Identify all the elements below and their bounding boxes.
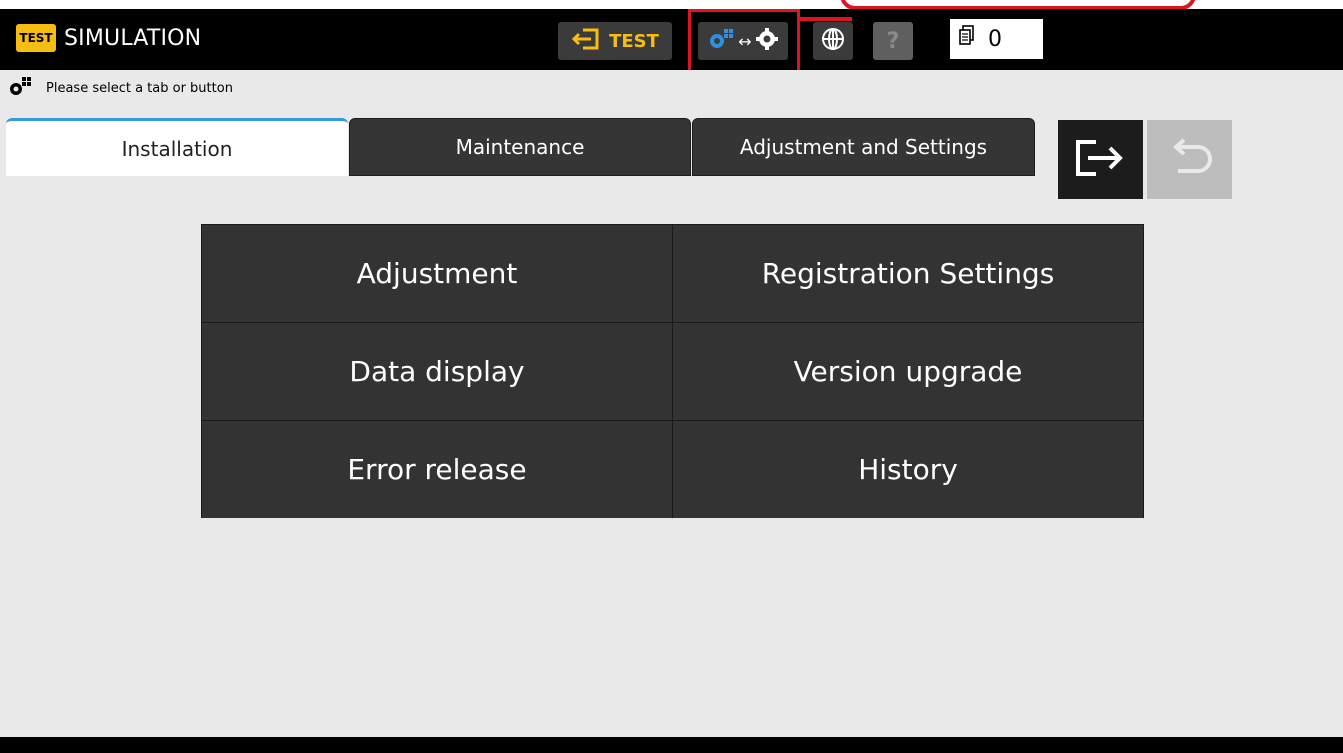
app-title: SIMULATION: [64, 26, 202, 51]
help-icon: ?: [886, 28, 900, 54]
settings-status-icon: [8, 76, 32, 100]
test-mode-button[interactable]: TEST: [558, 22, 672, 60]
status-message: Please select a tab or button: [46, 80, 233, 96]
error-release-button[interactable]: Error release: [202, 421, 672, 518]
test-badge: TEST: [16, 24, 56, 52]
adjustment-button[interactable]: Adjustment: [202, 225, 672, 322]
back-button[interactable]: [1147, 120, 1232, 199]
language-button[interactable]: [813, 22, 853, 60]
enter-test-icon: [571, 27, 601, 56]
document-counter-icon: [958, 25, 976, 53]
status-row: Please select a tab or button: [8, 76, 233, 100]
counter-display: 0: [950, 19, 1043, 59]
test-mode-label: TEST: [609, 30, 659, 52]
version-upgrade-button[interactable]: Version upgrade: [673, 323, 1143, 420]
counter-value: 0: [988, 26, 1002, 52]
back-icon: [1164, 137, 1216, 183]
tab-adjustment-and-settings[interactable]: Adjustment and Settings: [692, 118, 1035, 176]
data-display-button[interactable]: Data display: [202, 323, 672, 420]
tab-installation[interactable]: Installation: [6, 118, 348, 176]
tab-maintenance[interactable]: Maintenance: [349, 118, 691, 176]
exit-icon: [1074, 138, 1128, 182]
history-button[interactable]: History: [673, 421, 1143, 518]
installation-menu-grid: Adjustment Registration Settings Data di…: [201, 224, 1144, 518]
help-button[interactable]: ?: [873, 22, 913, 60]
bottom-bar: [0, 737, 1343, 753]
registration-settings-button[interactable]: Registration Settings: [673, 225, 1143, 322]
main-panel: Please select a tab or button Installati…: [0, 70, 1343, 737]
exit-button[interactable]: [1058, 120, 1143, 199]
callout-line: [800, 9, 852, 21]
highlight-box: [688, 9, 800, 75]
globe-icon: [821, 27, 845, 55]
